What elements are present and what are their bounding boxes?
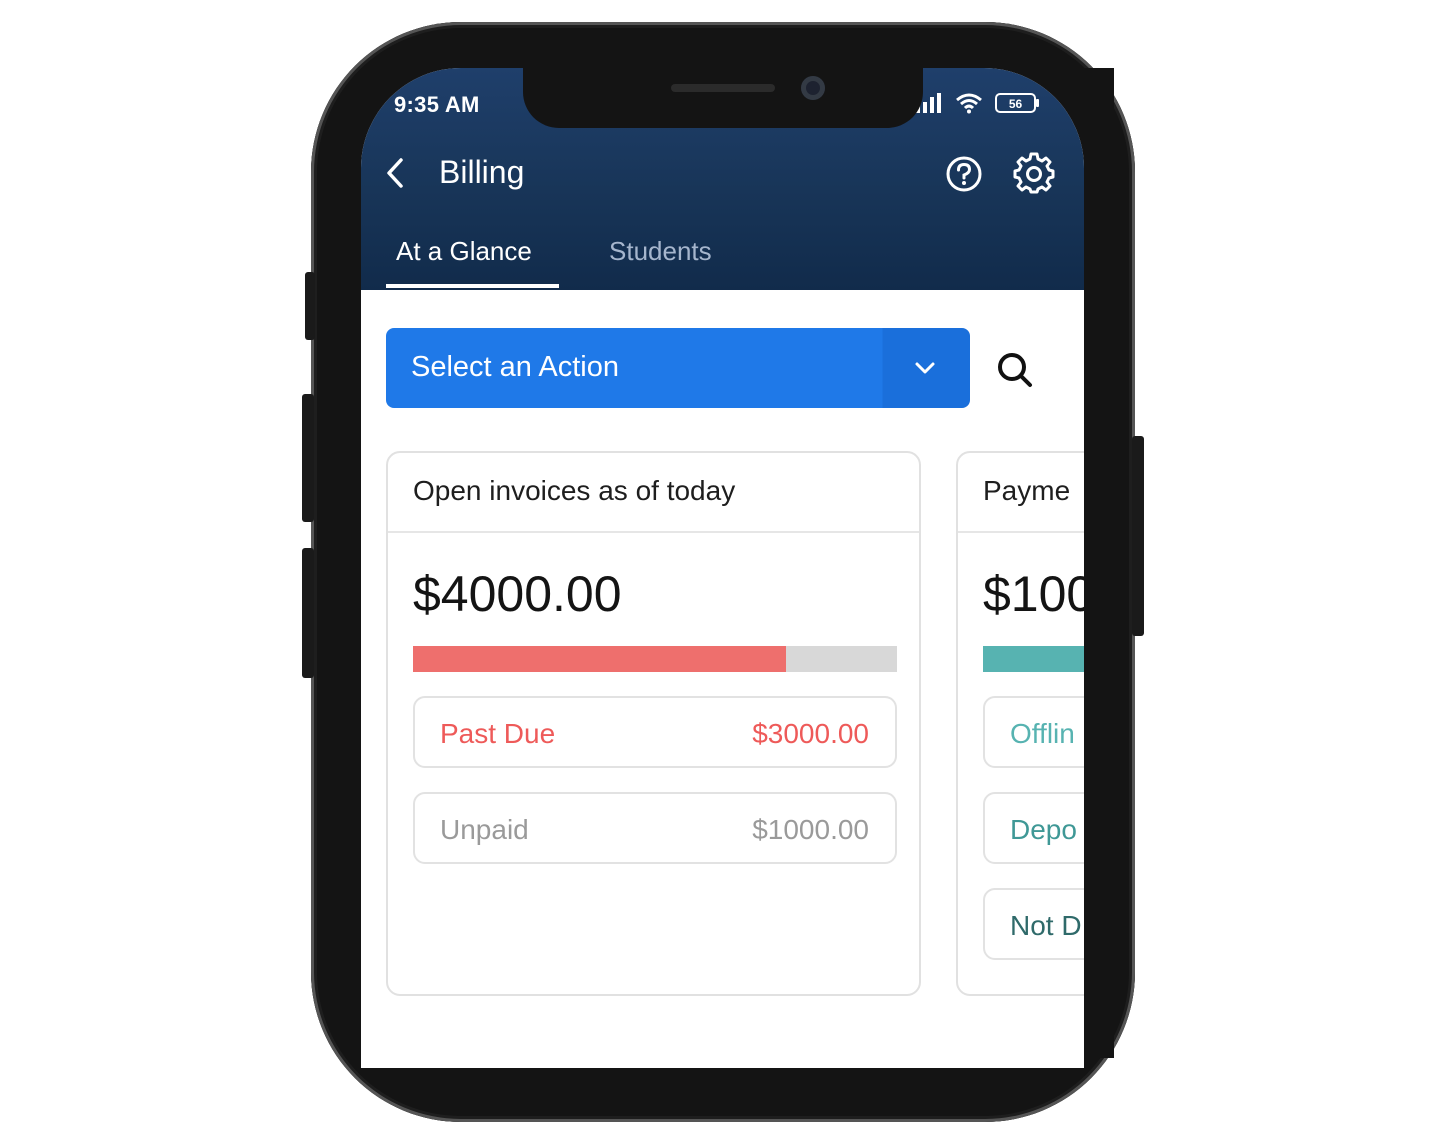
unpaid-row[interactable]: Unpaid $1000.00: [413, 792, 897, 864]
not-deposited-row[interactable]: Not D: [983, 888, 1084, 960]
action-select-label: Select an Action: [411, 351, 619, 383]
deposited-label: Depo: [1010, 814, 1077, 845]
offline-row[interactable]: Offlin: [983, 696, 1084, 768]
past-due-value: $3000.00: [752, 718, 869, 749]
invoice-progress-bar: [413, 646, 897, 672]
payments-progress-bar: [983, 646, 1084, 672]
card-title: Open invoices as of today: [413, 475, 736, 506]
wifi-icon: [956, 93, 982, 114]
payments-card: Payme $100 Offlin Depo Not D: [956, 451, 1084, 996]
back-arrow-icon[interactable]: [383, 156, 409, 190]
phone-notch: [523, 68, 923, 128]
offline-label: Offlin: [1010, 718, 1075, 749]
card-title: Payme: [983, 475, 1071, 506]
tab-at-a-glance[interactable]: At a Glance: [396, 236, 532, 267]
open-invoices-card: Open invoices as of today $4000.00 Past …: [386, 451, 921, 996]
search-icon[interactable]: [993, 348, 1037, 392]
status-time: 9:35 AM: [394, 92, 480, 117]
payments-amount: $100: [983, 566, 1084, 622]
tab-students[interactable]: Students: [609, 236, 712, 267]
front-camera: [801, 76, 825, 100]
chevron-down-icon: [915, 362, 935, 374]
unpaid-value: $1000.00: [752, 814, 869, 845]
unpaid-label: Unpaid: [440, 814, 529, 845]
battery-level: 56: [1009, 97, 1023, 111]
status-icons: 56: [915, 92, 1041, 114]
past-due-label: Past Due: [440, 718, 556, 749]
deposited-row[interactable]: Depo: [983, 792, 1084, 864]
active-tab-indicator: [386, 284, 559, 288]
past-due-bar-fill: [413, 646, 786, 672]
power-button: [1132, 436, 1144, 636]
screen: 9:35 AM 56 Billing At a Glance Students …: [361, 68, 1084, 1068]
page-title: Billing: [439, 154, 525, 190]
phone-bezel-right: [1084, 68, 1114, 1058]
not-deposited-label: Not D: [1010, 910, 1082, 941]
volume-down-button: [302, 548, 314, 678]
volume-up-button: [302, 394, 314, 522]
help-icon[interactable]: [945, 155, 983, 193]
gear-icon[interactable]: [1013, 152, 1055, 194]
card-header: Open invoices as of today: [388, 453, 919, 533]
speaker-grille: [671, 84, 775, 92]
mute-switch: [305, 272, 315, 340]
action-select-dropdown[interactable]: Select an Action: [386, 328, 970, 408]
battery-icon: 56: [995, 93, 1039, 113]
total-amount: $4000.00: [413, 566, 622, 622]
app-header: 9:35 AM 56 Billing At a Glance Students: [361, 68, 1084, 290]
past-due-row[interactable]: Past Due $3000.00: [413, 696, 897, 768]
card-header: Payme: [958, 453, 1084, 533]
